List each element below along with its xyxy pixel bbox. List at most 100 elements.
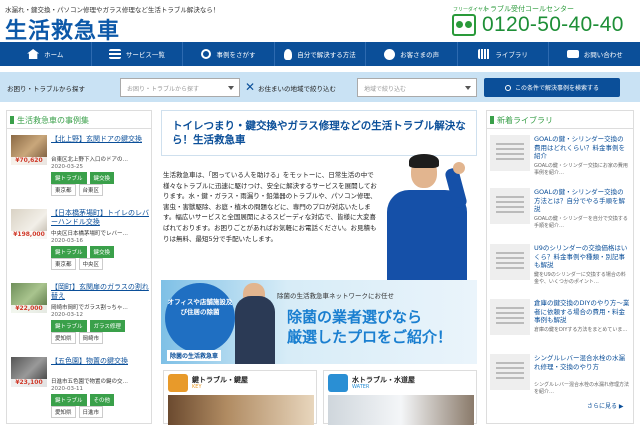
nav-label: サービス一覧 xyxy=(125,51,165,59)
library-thumbnail[interactable] xyxy=(490,188,530,224)
category-sub: KEY xyxy=(192,384,202,390)
faucet-icon xyxy=(328,374,348,392)
library-thumbnail[interactable] xyxy=(490,135,530,171)
case-item[interactable]: ¥70,620 【北上野】玄関ドアの鍵交換 台東区北上野下入口のドアの… 202… xyxy=(11,135,151,201)
mail-icon xyxy=(566,50,579,58)
library-item[interactable]: 倉庫の鍵交換のDIYのやり方～業者に依頼する場合の費用・料金事例も解説 倉庫の鍵… xyxy=(490,299,632,354)
case-item[interactable]: ¥23,100 【五色園】物置の鍵交換 日進市五色園で物置の鍵の交… 2020-… xyxy=(11,357,151,423)
case-price: ¥22,000 xyxy=(11,305,47,314)
search-button-label: この条件で解決事例を検索する xyxy=(514,85,599,92)
case-tag[interactable]: 鍵トラブル xyxy=(51,394,87,406)
nav-home[interactable]: ホーム xyxy=(0,42,92,66)
category-sub: WATER xyxy=(352,384,370,390)
library-item[interactable]: GOALの鍵・シリンダー交換の費用はどれくらい？料金事例を紹介 GOALの鍵・シ… xyxy=(490,135,632,190)
library-item[interactable]: GOALの鍵・シリンダー交換の方法とは？自分でやる手順を解説 GOALの鍵・シリ… xyxy=(490,188,632,243)
case-date: 2020-03-25 xyxy=(51,164,83,170)
main-content: トイレつまり・鍵交換やガラス修理などの生活トラブル解決なら！生活救急車 生活救急… xyxy=(161,110,477,425)
case-area-tag[interactable]: 愛知県 xyxy=(51,406,76,418)
nav-label: 事例をさがす xyxy=(216,51,256,59)
case-title[interactable]: 【岡町】玄関扉のガラスの割れ替え xyxy=(51,283,151,301)
banner-headline-2: 厳選したプロをご紹介！ xyxy=(287,328,453,346)
case-tag[interactable]: 鍵交換 xyxy=(89,246,115,258)
case-area-tag[interactable]: 東京都 xyxy=(51,184,76,196)
library-title[interactable]: 倉庫の鍵交換のDIYのやり方～業者に依頼する場合の費用・料金事例も解説 xyxy=(534,299,630,325)
area-select[interactable]: 地域で絞り込む xyxy=(357,78,477,97)
library-title[interactable]: GOALの鍵・シリンダー交換の方法とは？自分でやる手順を解説 xyxy=(534,188,630,214)
category-key[interactable]: 鍵トラブル・鍵屋 KEY xyxy=(163,370,317,425)
freedial-icon xyxy=(452,14,476,36)
library-title[interactable]: GOALの鍵・シリンダー交換の費用はどれくらい？料金事例を紹介 xyxy=(534,135,630,161)
magnifier-icon xyxy=(504,84,511,91)
library-panel: 新着ライブラリ GOALの鍵・シリンダー交換の費用はどれくらい？料金事例を紹介 … xyxy=(486,110,634,424)
library-thumbnail[interactable] xyxy=(490,354,530,390)
nav-cases[interactable]: 事例をさがす xyxy=(183,42,275,66)
case-tag[interactable]: ガラス修理 xyxy=(89,320,125,332)
library-desc: 鍵をU9のシリンダーに交換する場合の料金や、いくつかのポイント… xyxy=(534,272,626,285)
case-area-tag[interactable]: 日進市 xyxy=(78,406,104,418)
library-thumbnail[interactable] xyxy=(490,244,530,280)
area-search-label: お住まいの地域で絞り込む xyxy=(258,85,336,93)
search-icon xyxy=(201,49,212,59)
case-desc: 台東区北上野下入口のドアの… xyxy=(51,157,129,163)
banner-circle-text: オフィスや店舗施設及び住居の除菌 xyxy=(165,283,235,353)
search-submit-button[interactable]: この条件で解決事例を検索する xyxy=(484,78,620,97)
case-tag[interactable]: 鍵トラブル xyxy=(51,172,87,184)
case-area-tag[interactable]: 中央区 xyxy=(78,258,104,270)
list-icon xyxy=(108,49,121,59)
case-area-tag[interactable]: 岡崎市 xyxy=(78,332,104,344)
case-title[interactable]: 【五色園】物置の鍵交換 xyxy=(51,357,151,366)
library-title[interactable]: シングルレバー混合水栓の水漏れ修理・交換のやり方 xyxy=(534,354,630,371)
case-tag[interactable]: その他 xyxy=(89,394,115,406)
case-item[interactable]: ¥198,000 【日本橋茅場町】トイレのレバーハンドル交換 中央区日本橋茅場町… xyxy=(11,209,151,275)
library-more-link[interactable]: さらに見る ▶ xyxy=(587,401,624,410)
library-desc: GOALの鍵・シリンダーを自分で交換する手順を紹介… xyxy=(534,216,628,229)
case-price: ¥198,000 xyxy=(11,231,47,240)
library-desc: シングルレバー混合水栓の水漏れ修理方法を紹介… xyxy=(534,382,630,395)
phone-number[interactable]: 0120-50-40-40 xyxy=(482,13,624,37)
user-icon xyxy=(384,48,396,60)
case-tag[interactable]: 鍵交換 xyxy=(89,172,115,184)
library-title[interactable]: U9のシリンダーの交換価格はいくら？料金事例や種類・別記事も解説 xyxy=(534,244,630,270)
home-icon xyxy=(27,49,40,59)
nav-library[interactable]: ライブラリ xyxy=(458,42,550,66)
site-header: 水漏れ・鍵交換・パソコン修理やガラス修理など生活トラブル解決なら！ 生活救急車 … xyxy=(0,0,640,45)
case-date: 2020-03-16 xyxy=(51,238,83,244)
intro-text: 生活救急車は、「困っている人を助ける」をモットーに、日常生活の中で様々なトラブル… xyxy=(163,171,377,243)
nav-label: ホーム xyxy=(44,51,64,59)
case-desc: 日進市五色園で物置の鍵の交… xyxy=(51,379,129,385)
nav-services[interactable]: サービス一覧 xyxy=(92,42,184,66)
library-item[interactable]: U9のシリンダーの交換価格はいくら？料金事例や種類・別記事も解説 鍵をU9のシリ… xyxy=(490,244,632,299)
hero-title: トイレつまり・鍵交換やガラス修理などの生活トラブル解決なら！生活救急車 xyxy=(161,110,477,156)
case-desc: 中央区日本橋茅場町でレバー… xyxy=(51,231,129,237)
case-area-tag[interactable]: 愛知県 xyxy=(51,332,76,344)
case-tag[interactable]: 鍵トラブル xyxy=(51,320,87,332)
case-tag[interactable]: 鍵トラブル xyxy=(51,246,87,258)
trouble-select[interactable]: お困り・トラブルから探す xyxy=(120,78,240,97)
case-area-tag[interactable]: 東京都 xyxy=(51,258,76,270)
case-area-tag[interactable]: 台東区 xyxy=(78,184,104,196)
case-date: 2020-03-11 xyxy=(51,386,83,392)
case-list-panel: 生活救急車の事例集 ¥70,620 【北上野】玄関ドアの鍵交換 台東区北上野下入… xyxy=(6,110,152,424)
nav-contact[interactable]: お問い合わせ xyxy=(549,42,640,66)
search-bar: お困り・トラブルから探す お困り・トラブルから探す ✕ お住まいの地域で絞り込む… xyxy=(0,72,640,102)
case-date: 2020-03-12 xyxy=(51,312,83,318)
case-desc: 岡崎市岡町でガラス割っちゃ… xyxy=(51,305,128,311)
cross-icon: ✕ xyxy=(245,80,256,94)
nav-label: 自分で解決する方法 xyxy=(297,51,356,59)
trouble-search-label: お困り・トラブルから探す xyxy=(7,85,85,93)
bulb-icon xyxy=(284,48,293,60)
nav-voices[interactable]: お客さまの声 xyxy=(366,42,458,66)
case-title[interactable]: 【日本橋茅場町】トイレのレバーハンドル交換 xyxy=(51,209,151,227)
main-nav: ホーム サービス一覧 事例をさがす 自分で解決する方法 お客さまの声 ライブラリ… xyxy=(0,42,640,66)
library-thumbnail[interactable] xyxy=(490,299,530,335)
case-title[interactable]: 【北上野】玄関ドアの鍵交換 xyxy=(51,135,151,144)
nav-label: お問い合わせ xyxy=(583,51,623,59)
category-image xyxy=(328,395,474,425)
category-water[interactable]: 水トラブル・水道屋 WATER xyxy=(323,370,477,425)
nav-diy[interactable]: 自分で解決する方法 xyxy=(275,42,367,66)
disinfection-banner[interactable]: オフィスや店舗施設及び住居の除菌 除菌の生活救急車 除菌の生活救急車ネットワーク… xyxy=(161,280,477,364)
case-item[interactable]: ¥22,000 【岡町】玄関扉のガラスの割れ替え 岡崎市岡町でガラス割っちゃ… … xyxy=(11,283,151,349)
case-price: ¥23,100 xyxy=(11,379,47,388)
site-logo[interactable]: 生活救急車 xyxy=(5,13,120,45)
banner-headline-1: 除菌の業者選びなら xyxy=(287,308,423,326)
